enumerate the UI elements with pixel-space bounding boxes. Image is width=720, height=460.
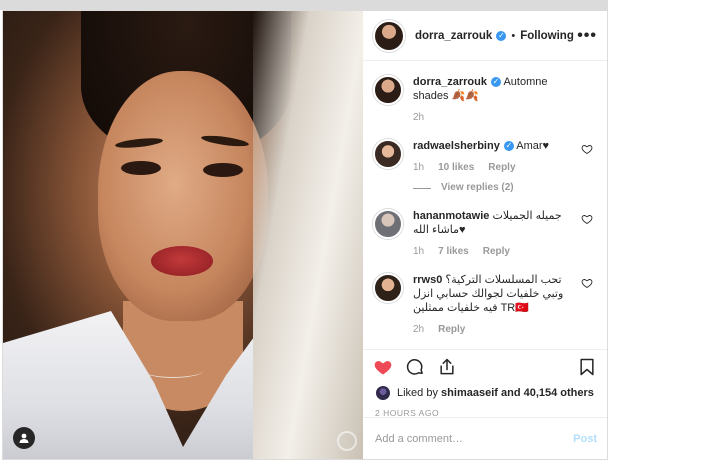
commenter-avatar[interactable] bbox=[373, 209, 403, 239]
author-avatar[interactable] bbox=[373, 19, 405, 52]
reply-button[interactable]: Reply bbox=[488, 161, 515, 175]
share-icon[interactable] bbox=[437, 357, 457, 377]
action-bar bbox=[363, 349, 607, 384]
comment-item: hananmotawie جميله الجميلات ماشاء الله♥ … bbox=[373, 209, 597, 259]
comment-like-icon[interactable] bbox=[581, 213, 593, 225]
comment-likes[interactable]: 7 likes bbox=[438, 245, 469, 259]
view-replies-button[interactable]: View replies (2) bbox=[413, 181, 575, 195]
user-tag-icon[interactable] bbox=[13, 427, 35, 449]
comment-text: Amar♥ bbox=[516, 140, 550, 152]
commenter-username[interactable]: hananmotawie bbox=[413, 210, 489, 222]
liker-avatar[interactable] bbox=[375, 385, 391, 401]
reply-button[interactable]: Reply bbox=[483, 245, 510, 259]
verified-badge-icon: ✓ bbox=[490, 77, 501, 88]
add-comment-bar: Post bbox=[363, 417, 607, 459]
comment-time[interactable]: 1h bbox=[413, 245, 424, 259]
comment-item: rrws0 تحب المسلسلات التركية؟ وتبي خلفيات… bbox=[373, 273, 597, 337]
post-sidebar: dorra_zarrouk ✓ • Following ••• dorra_za… bbox=[363, 11, 607, 459]
comment-input[interactable] bbox=[373, 431, 574, 446]
comments-list[interactable]: dorra_zarrouk ✓ Automne shades 🍂🍂 2h radw… bbox=[363, 61, 607, 349]
post-comment-button[interactable]: Post bbox=[573, 433, 597, 445]
verified-badge-icon: ✓ bbox=[503, 141, 514, 152]
comment-item: radwaelsherbiny ✓ Amar♥ 1h 10 likes Reply… bbox=[373, 139, 597, 195]
comment-time[interactable]: 1h bbox=[413, 161, 424, 175]
bookmark-icon[interactable] bbox=[577, 357, 597, 377]
following-button[interactable]: Following bbox=[520, 30, 574, 42]
loading-icon bbox=[337, 431, 357, 451]
reply-button[interactable]: Reply bbox=[438, 323, 465, 337]
likes-summary: Liked by shimaaseif and 40,154 others bbox=[363, 384, 607, 402]
author-username[interactable]: dorra_zarrouk bbox=[415, 30, 492, 42]
caption-username[interactable]: dorra_zarrouk bbox=[413, 76, 487, 88]
more-options-icon[interactable]: ••• bbox=[577, 27, 597, 45]
post-photo[interactable] bbox=[3, 11, 363, 459]
caption: dorra_zarrouk ✓ Automne shades 🍂🍂 2h bbox=[373, 75, 597, 125]
window-top-strip bbox=[0, 0, 608, 10]
comment-likes[interactable]: 10 likes bbox=[438, 161, 474, 175]
verified-badge-icon: ✓ bbox=[496, 30, 507, 41]
commenter-avatar[interactable] bbox=[373, 273, 403, 303]
separator-dot: • bbox=[511, 29, 516, 42]
comment-like-icon[interactable] bbox=[581, 143, 593, 155]
comment-icon[interactable] bbox=[405, 357, 425, 377]
commenter-username[interactable]: rrws0 bbox=[413, 274, 442, 286]
likes-count[interactable]: and 40,154 others bbox=[501, 387, 594, 399]
post-header: dorra_zarrouk ✓ • Following ••• bbox=[363, 11, 607, 61]
commenter-avatar[interactable] bbox=[373, 139, 403, 169]
instagram-post: dorra_zarrouk ✓ • Following ••• dorra_za… bbox=[2, 10, 608, 460]
comment-time[interactable]: 2h bbox=[413, 323, 424, 337]
comment-like-icon[interactable] bbox=[581, 277, 593, 289]
caption-time[interactable]: 2h bbox=[413, 111, 424, 125]
author-avatar[interactable] bbox=[373, 75, 403, 105]
heart-filled-icon[interactable] bbox=[373, 357, 393, 377]
liked-by-username[interactable]: shimaaseif bbox=[441, 387, 498, 399]
commenter-username[interactable]: radwaelsherbiny bbox=[413, 140, 500, 152]
